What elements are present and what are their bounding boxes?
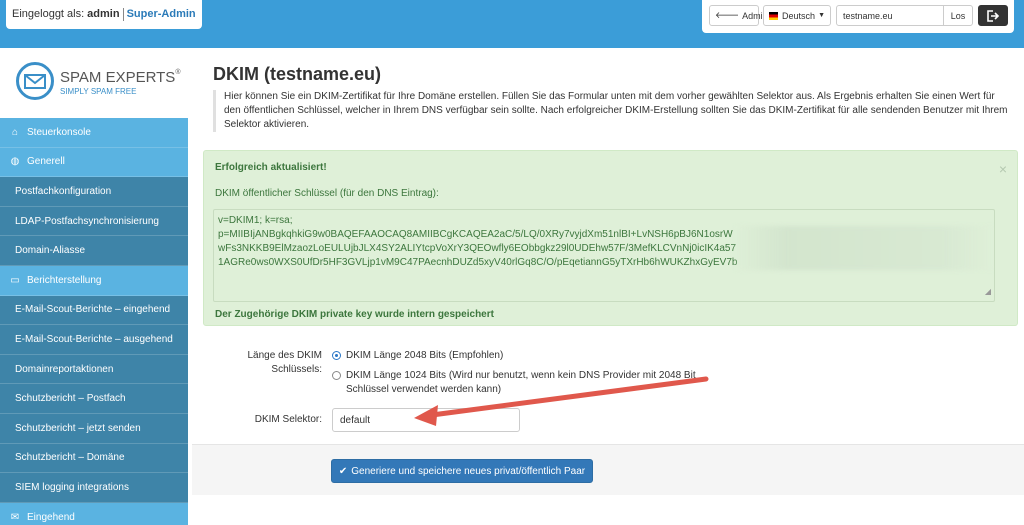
sidebar-item-label: Schutzbericht – Domäne [15,452,125,464]
sidebar-item-label: Eingehend [27,511,75,523]
success-alert: Erfolgreich aktualisiert! × DKIM öffentl… [203,150,1018,326]
login-info: Eingeloggt als: admin Super-Admin [6,0,202,29]
sidebar-item-berichterstellung[interactable]: ▭ Berichterstellung [0,265,188,296]
radio-2048[interactable] [332,351,341,360]
go-button[interactable]: Los [943,5,973,26]
generate-button-label: Generiere und speichere neues privat/öff… [351,465,586,477]
redaction-blur [734,226,994,270]
logo-tagline: SIMPLY SPAM FREE [60,87,137,96]
sidebar-item-siem[interactable]: SIEM logging integrations [0,473,188,503]
sidebar-item-label: Schutzbericht – Postfach [15,393,126,405]
divider [122,8,124,21]
sidebar-item-label: Domainreportaktionen [15,363,114,375]
sidebar-item-schutzbericht-senden[interactable]: Schutzbericht – jetzt senden [0,413,188,444]
home-icon: ⌂ [11,126,19,138]
sidebar-item-label: Generell [27,156,65,168]
logout-icon [987,9,1000,22]
selector-input[interactable]: default [332,408,520,432]
page-title: DKIM (testname.eu) [213,64,382,84]
sidebar-item-label: LDAP-Postfachsynchronisierung [15,215,159,227]
sidebar-item-scout-eingehend[interactable]: E-Mail-Scout-Berichte – eingehend [0,295,188,326]
logged-in-label: Eingeloggt als: [12,8,85,20]
sidebar-item-label: Postfachkonfiguration [15,185,112,197]
radio-1024-option[interactable]: DKIM Länge 1024 Bits (Wird nur benutzt, … [332,369,702,397]
private-key-note: Der Zugehörige DKIM private key wurde in… [215,309,494,320]
sidebar-item-steuerkonsole[interactable]: ⌂ Steuerkonsole [0,118,188,148]
logo[interactable]: SPAM EXPERTS® SIMPLY SPAM FREE [14,58,184,114]
sidebar-item-label: Schutzbericht – jetzt senden [15,422,141,434]
envelope-logo-icon [16,62,54,100]
sidebar-item-eingehend[interactable]: ✉ Eingehend [0,502,188,525]
sidebar-item-scout-ausgehend[interactable]: E-Mail-Scout-Berichte – ausgehend [0,325,188,355]
report-icon: ▭ [10,274,20,286]
caret-down-icon: ▼ [818,12,825,19]
sidebar-item-label: Domain-Aliasse [15,245,86,257]
form-actions: ✔ Generiere und speichere neues privat/ö… [192,444,1024,495]
sidebar-item-ldap[interactable]: LDAP-Postfachsynchronisierung [0,206,188,237]
resize-handle-icon[interactable]: ◢ [985,285,991,299]
sidebar-item-label: E-Mail-Scout-Berichte – eingehend [15,304,171,316]
public-key-label: DKIM öffentlicher Schlüssel (für den DNS… [215,188,439,199]
domain-search-input[interactable]: testname.eu [836,5,944,26]
sidebar-nav: ⌂ Steuerkonsole ◍ Generell Postfachkonfi… [0,118,188,525]
sidebar-item-label: SIEM logging integrations [15,481,129,493]
role-link[interactable]: Super-Admin [127,8,196,20]
alert-title: Erfolgreich aktualisiert! [215,162,327,173]
public-key-textarea[interactable]: v=DKIM1; k=rsa; p=MIIBIjANBgkqhkiG9w0BAQ… [213,209,995,302]
sidebar-item-generell[interactable]: ◍ Generell [0,147,188,178]
arrow-left-icon: 🡐 [715,10,740,20]
sidebar-item-postfachkonfiguration[interactable]: Postfachkonfiguration [0,177,188,207]
toolbar: 🡐 Admin Deutsch ▼ testname.eu Los [702,0,1014,33]
radio-2048-option[interactable]: DKIM Länge 2048 Bits (Empfohlen) [332,349,503,363]
radio-1024-label: DKIM Länge 1024 Bits (Wird nur benutzt, … [346,370,696,395]
globe-icon: ◍ [10,156,20,168]
page-description: Hier können Sie ein DKIM-Zertifikat für … [213,90,1013,132]
radio-2048-label: DKIM Länge 2048 Bits (Empfohlen) [346,350,504,361]
sidebar-item-label: E-Mail-Scout-Berichte – ausgehend [15,333,173,345]
top-bar: Eingeloggt als: admin Super-Admin 🡐 Admi… [0,0,1024,48]
main-content: DKIM (testname.eu) Hier können Sie ein D… [192,48,1024,525]
logo-name: SPAM EXPERTS® [60,69,181,86]
logout-button[interactable] [978,5,1008,26]
check-icon: ✔ [338,465,348,477]
sidebar-item-schutzbericht-domaene[interactable]: Schutzbericht – Domäne [0,443,188,474]
key-length-label: Länge des DKIM Schlüssels: [247,350,323,375]
generate-keypair-button[interactable]: ✔ Generiere und speichere neues privat/ö… [331,459,593,483]
language-dropdown[interactable]: Deutsch ▼ [763,5,831,26]
sidebar-item-label: Berichterstellung [27,274,102,286]
selector-label: DKIM Selektor: [254,414,322,425]
username: admin [87,8,120,20]
sidebar: SPAM EXPERTS® SIMPLY SPAM FREE ⌂ Steuerk… [0,48,188,525]
sidebar-item-domain-aliasse[interactable]: Domain-Aliasse [0,236,188,266]
german-flag-icon [769,11,779,20]
admin-button[interactable]: 🡐 Admin [709,5,768,26]
sidebar-item-label: Steuerkonsole [27,126,91,138]
close-icon[interactable]: × [999,161,1007,177]
mail-icon: ✉ [10,511,20,523]
language-label: Deutsch [782,10,816,21]
radio-1024[interactable] [332,371,341,380]
sidebar-item-schutzbericht-postfach[interactable]: Schutzbericht – Postfach [0,384,188,414]
sidebar-item-domainreportaktionen[interactable]: Domainreportaktionen [0,354,188,385]
